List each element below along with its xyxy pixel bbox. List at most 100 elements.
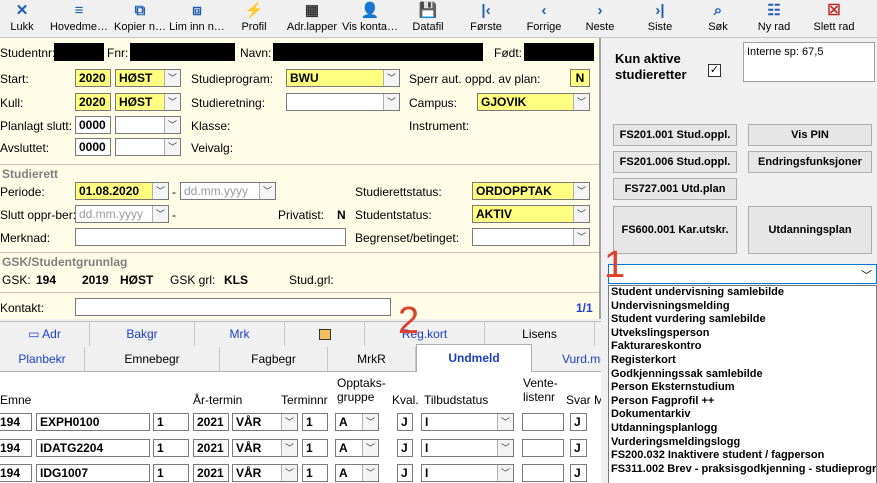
row-2-inst[interactable]: 194 [0, 439, 32, 457]
dropdown-option[interactable]: Utdanningsplanlogg [609, 422, 876, 436]
fs600-001-button[interactable]: FS600.001 Kar.utskr. [613, 206, 737, 254]
chevron-down-icon[interactable]: ﹀ [497, 440, 513, 456]
row-3-terminnr[interactable]: 1 [302, 464, 328, 482]
avsluttet-field[interactable]: 0000 [75, 138, 111, 156]
row-3-versjon[interactable]: 1 [153, 464, 189, 482]
chevron-down-icon[interactable]: ﹀ [152, 206, 168, 222]
adr-lapper-button[interactable]: ▦ Adr.lapper [284, 1, 340, 37]
profil-button[interactable]: ⚡ Profil [232, 1, 276, 37]
row-3-svar[interactable]: J [570, 464, 587, 482]
periode-from-field[interactable]: 01.08.2020 ﹀ [75, 182, 169, 200]
navn-field[interactable] [273, 43, 483, 61]
tab-mrk[interactable]: Mrk [195, 322, 285, 346]
chevron-down-icon[interactable]: ﹀ [497, 465, 513, 481]
chevron-down-icon[interactable]: ﹀ [362, 414, 378, 430]
row-2-year[interactable]: 2021 [193, 439, 229, 457]
tab-vurd-meld[interactable]: Vurd.me [532, 347, 601, 371]
kull-year-field[interactable]: 2020 [75, 93, 111, 111]
kopier-button[interactable]: ⧉ Kopier n… [112, 1, 168, 37]
vis-pin-button[interactable]: Vis PIN [748, 124, 872, 146]
dropdown-option[interactable]: Person Fagprofil ++ [609, 395, 876, 409]
ny-rad-button[interactable]: ☷ Ny rad [752, 1, 796, 37]
row-1-ventelistenr[interactable] [522, 413, 564, 431]
row-1-tilbudstatus[interactable]: I ﹀ [421, 413, 514, 431]
function-select[interactable]: ﹀ [608, 264, 877, 284]
start-year-field[interactable]: 2020 [75, 69, 111, 87]
fnr-field[interactable] [130, 43, 235, 61]
chevron-down-icon[interactable]: ﹀ [281, 414, 297, 430]
chevron-down-icon[interactable]: ﹀ [164, 117, 180, 133]
tab-planbekr[interactable]: Planbekr [0, 347, 85, 371]
dropdown-option[interactable]: Vurderingsmeldingslogg [609, 436, 876, 450]
chevron-down-icon[interactable]: ﹀ [281, 440, 297, 456]
chevron-down-icon[interactable]: ﹀ [573, 94, 589, 110]
chevron-down-icon[interactable]: ﹀ [259, 183, 275, 199]
row-2-gruppe[interactable]: A ﹀ [335, 439, 379, 457]
dropdown-option[interactable]: Undervisningsmelding [609, 300, 876, 314]
begrenset-select[interactable]: ﹀ [472, 228, 590, 246]
row-2-versjon[interactable]: 1 [153, 439, 189, 457]
tab-adr[interactable]: ▭ Adr [0, 322, 90, 346]
studieretning-select[interactable]: ﹀ [286, 93, 400, 111]
kontakt-field[interactable] [75, 298, 391, 316]
avsluttet-term-select[interactable]: ﹀ [115, 138, 181, 156]
dropdown-option[interactable]: Student vurdering samlebilde [609, 313, 876, 327]
fs727-001-button[interactable]: FS727.001 Utd.plan [613, 178, 737, 200]
vis-kontakt-button[interactable]: 👤 Vis konta… [340, 1, 400, 37]
kun-aktive-checkbox[interactable]: ✓ [708, 64, 721, 77]
tab-mrkr[interactable]: MrkR [328, 347, 416, 371]
sperr-field[interactable]: N [570, 69, 590, 87]
row-2-ventelistenr[interactable] [522, 439, 564, 457]
row-2-kval[interactable]: J [397, 439, 413, 457]
tab-fagbegr[interactable]: Fagbegr [220, 347, 328, 371]
row-1-emne[interactable]: EXPH0100 [36, 413, 150, 431]
tab-bakgr[interactable]: Bakgr [90, 322, 195, 346]
neste-button[interactable]: › Neste [580, 1, 620, 37]
row-2-emne[interactable]: IDATG2204 [36, 439, 150, 457]
siste-button[interactable]: ›| Siste [640, 1, 680, 37]
chevron-down-icon[interactable]: ﹀ [164, 70, 180, 86]
chevron-down-icon[interactable]: ﹀ [164, 94, 180, 110]
row-3-ventelistenr[interactable] [522, 464, 564, 482]
chevron-down-icon[interactable]: ﹀ [497, 414, 513, 430]
row-1-term[interactable]: VÅR ﹀ [232, 413, 298, 431]
chevron-down-icon[interactable]: ﹀ [362, 465, 378, 481]
row-2-svar[interactable]: J [570, 439, 587, 457]
endringsfunksjoner-button[interactable]: Endringsfunksjoner [748, 151, 872, 173]
campus-select[interactable]: GJOVIK ﹀ [477, 93, 590, 111]
row-1-versjon[interactable]: 1 [153, 413, 189, 431]
tab-photo[interactable] [285, 322, 365, 346]
chevron-down-icon[interactable]: ﹀ [861, 267, 872, 283]
tab-lisens[interactable]: Lisens [485, 322, 595, 346]
row-3-inst[interactable]: 194 [0, 464, 32, 482]
merknad-field[interactable] [75, 228, 346, 246]
chevron-down-icon[interactable]: ﹀ [152, 183, 168, 199]
chevron-down-icon[interactable]: ﹀ [281, 465, 297, 481]
dropdown-option[interactable]: Student undervisning samlebilde [609, 286, 876, 300]
planlagt-term-select[interactable]: ﹀ [115, 116, 181, 134]
tab-undmeld[interactable]: Undmeld [416, 344, 532, 372]
studentstatus-select[interactable]: AKTIV ﹀ [472, 205, 590, 223]
fs201-001-button[interactable]: FS201.001 Stud.oppl. [613, 124, 737, 146]
dropdown-option[interactable]: Person Eksternstudium [609, 381, 876, 395]
forste-button[interactable]: |‹ Første [466, 1, 506, 37]
chevron-down-icon[interactable]: ﹀ [573, 206, 589, 222]
sok-button[interactable]: ⌕ Søk [700, 1, 736, 37]
row-3-gruppe[interactable]: A ﹀ [335, 464, 379, 482]
fodt-field[interactable] [524, 43, 594, 61]
chevron-down-icon[interactable]: ﹀ [573, 183, 589, 199]
row-1-inst[interactable]: 194 [0, 413, 32, 431]
studierettstatus-select[interactable]: ORDOPPTAK ﹀ [472, 182, 590, 200]
row-1-terminnr[interactable]: 1 [302, 413, 328, 431]
dropdown-option[interactable]: FS200.032 Inaktivere student / fagperson [609, 449, 876, 463]
dropdown-option[interactable]: Godkjenningssak samlebilde [609, 368, 876, 382]
row-1-gruppe[interactable]: A ﹀ [335, 413, 379, 431]
row-1-svar[interactable]: J [570, 413, 587, 431]
slutt-oppr-field[interactable]: dd.mm.yyyy ﹀ [75, 205, 169, 223]
start-term-select[interactable]: HØST ﹀ [115, 69, 181, 87]
dropdown-option[interactable]: Utvekslingsperson [609, 327, 876, 341]
row-3-tilbudstatus[interactable]: I ﹀ [421, 464, 514, 482]
row-1-kval[interactable]: J [397, 413, 413, 431]
periode-to-field[interactable]: dd.mm.yyyy ﹀ [180, 182, 276, 200]
studentnr-field[interactable] [54, 43, 104, 61]
